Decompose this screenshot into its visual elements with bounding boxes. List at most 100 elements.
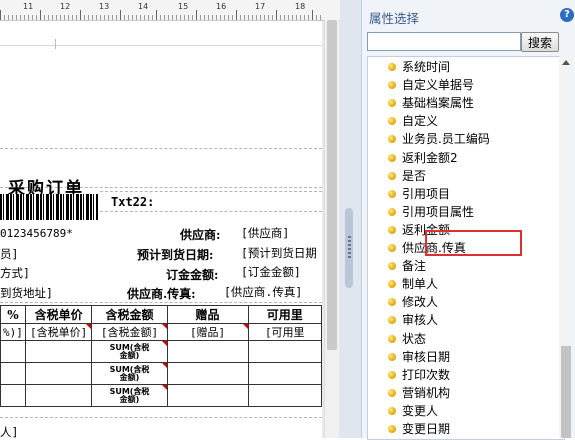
bullet-icon bbox=[388, 244, 396, 252]
band-separator bbox=[0, 417, 322, 418]
ruler-tick bbox=[152, 15, 153, 20]
property-item[interactable]: 自定义 bbox=[388, 112, 438, 130]
property-item-label: 返利金额2 bbox=[402, 150, 458, 165]
table-cell[interactable] bbox=[247, 362, 323, 385]
ruler-tick bbox=[160, 15, 161, 20]
table-cell[interactable] bbox=[24, 384, 93, 407]
supplier-fax-field[interactable]: [供应商.传真] bbox=[224, 284, 302, 300]
property-item-label: 备注 bbox=[402, 259, 427, 274]
bullet-icon bbox=[388, 298, 396, 307]
ruler-tick bbox=[28, 15, 29, 20]
property-item[interactable]: 备注 bbox=[388, 257, 426, 275]
table-cell[interactable] bbox=[166, 340, 249, 363]
table-cell[interactable] bbox=[166, 384, 249, 407]
expected-date-label[interactable]: 预计到货日期: bbox=[137, 246, 213, 263]
barcode-text[interactable]: 0123456789* bbox=[0, 227, 73, 240]
ruler-tick bbox=[68, 15, 69, 20]
supplier-field[interactable]: [供应商] bbox=[241, 225, 289, 241]
ruler-tick bbox=[256, 15, 257, 20]
table-cell[interactable]: %)] bbox=[0, 323, 26, 341]
table-cell[interactable] bbox=[247, 384, 323, 407]
supplier-fax-label[interactable]: 供应商.传真: bbox=[127, 285, 196, 302]
table-cell[interactable] bbox=[0, 340, 26, 363]
scrollbar-thumb[interactable] bbox=[561, 346, 571, 438]
table-cell[interactable]: [含税金额] bbox=[91, 323, 168, 341]
table-cell[interactable]: [赠品] bbox=[166, 323, 249, 341]
property-item[interactable]: 变更日期 bbox=[388, 420, 450, 438]
field-fragment[interactable]: 人] bbox=[0, 424, 18, 438]
ruler-tick bbox=[304, 15, 305, 20]
column-header[interactable]: 赠品 bbox=[166, 305, 249, 324]
column-header[interactable]: 含税单价 bbox=[24, 305, 93, 324]
order-amount-field[interactable]: [订金金额] bbox=[241, 264, 301, 280]
ruler-tick bbox=[0, 10, 1, 20]
panel-splitter[interactable] bbox=[340, 0, 361, 438]
search-button[interactable]: 搜索 bbox=[521, 32, 559, 52]
txt22-label[interactable]: Txt22: bbox=[111, 195, 154, 209]
detail-table[interactable]: % 含税单价 含税金额 赠品 可用里 %)] [含税单价] [含税金额] [赠品… bbox=[0, 305, 323, 407]
table-cell[interactable] bbox=[0, 384, 26, 407]
table-cell[interactable] bbox=[247, 340, 323, 363]
ruler-tick bbox=[252, 15, 253, 20]
property-item[interactable]: 基础档案属性 bbox=[388, 94, 474, 112]
property-item[interactable]: 引用项目 bbox=[388, 185, 450, 203]
ruler-tick bbox=[300, 15, 301, 20]
table-cell[interactable] bbox=[0, 362, 26, 385]
property-item[interactable]: 自定义单据号 bbox=[388, 76, 474, 94]
ruler-tick bbox=[48, 15, 49, 20]
help-icon[interactable]: ? bbox=[560, 8, 574, 22]
property-item[interactable]: 审核人 bbox=[388, 311, 438, 329]
order-amount-label[interactable]: 订金金额: bbox=[166, 266, 218, 283]
property-item-label: 引用项目 bbox=[402, 186, 451, 201]
property-item[interactable]: 制单人 bbox=[388, 275, 438, 293]
bullet-icon bbox=[388, 135, 396, 144]
property-item[interactable]: 营销机构 bbox=[388, 384, 450, 402]
property-item[interactable]: 系统时间 bbox=[388, 58, 450, 76]
ruler-tick bbox=[236, 10, 237, 20]
column-header[interactable]: 可用里 bbox=[247, 305, 323, 324]
column-header[interactable]: % bbox=[0, 305, 26, 324]
report-canvas[interactable]: 采购订单 Txt22: 0123456789* 供应商: [供应商] 员] 预计… bbox=[0, 21, 323, 438]
property-item[interactable]: 变更人 bbox=[388, 402, 438, 420]
property-item[interactable]: 是否 bbox=[388, 167, 426, 185]
property-item[interactable]: 业务员.员工编码 bbox=[388, 130, 490, 148]
property-item[interactable]: 引用项目属性 bbox=[388, 203, 474, 221]
barcode-image[interactable] bbox=[0, 194, 98, 220]
highlight-box bbox=[425, 230, 522, 256]
table-cell[interactable]: [含税单价] bbox=[24, 323, 93, 341]
designer-scrollbar[interactable] bbox=[324, 20, 339, 438]
field-fragment[interactable]: 员] bbox=[0, 246, 18, 262]
property-item[interactable]: 审核日期 bbox=[388, 348, 450, 366]
report-designer[interactable]: 11 12 13 14 15 16 17 18 采购订单 Txt22: 0123… bbox=[0, 0, 340, 438]
table-cell[interactable] bbox=[24, 362, 93, 385]
expected-date-field[interactable]: [预计到货日期 bbox=[241, 245, 317, 261]
sum-cell[interactable]: SUM(含税 金额) bbox=[91, 362, 168, 385]
ruler-tick bbox=[320, 15, 321, 20]
property-item[interactable]: 修改人 bbox=[388, 293, 438, 311]
property-item[interactable]: 返利金额2 bbox=[388, 149, 458, 167]
supplier-label[interactable]: 供应商: bbox=[180, 226, 220, 243]
property-item[interactable]: 状态 bbox=[388, 330, 426, 348]
column-header[interactable]: 含税金额 bbox=[91, 305, 168, 324]
property-item-label: 状态 bbox=[402, 331, 427, 346]
table-cell[interactable] bbox=[166, 362, 249, 385]
sum-cell[interactable]: SUM(含税 金额) bbox=[91, 340, 168, 363]
scroll-up-icon[interactable] bbox=[562, 60, 570, 65]
ruler-label: 12 bbox=[60, 2, 71, 11]
ruler-tick bbox=[16, 15, 17, 20]
ruler-tick bbox=[312, 10, 313, 20]
sum-cell[interactable]: SUM(含税 金额) bbox=[91, 384, 168, 407]
ruler-tick bbox=[272, 15, 273, 20]
field-fragment[interactable]: 方式] bbox=[0, 265, 30, 281]
field-fragment[interactable]: 到货地址] bbox=[0, 285, 53, 301]
table-cell[interactable] bbox=[24, 340, 93, 363]
ruler-tick bbox=[116, 15, 117, 20]
ruler-tick bbox=[100, 15, 101, 20]
search-input[interactable] bbox=[367, 32, 521, 51]
table-cell[interactable]: [可用里 bbox=[247, 323, 323, 341]
ruler-tick bbox=[184, 15, 185, 20]
scrollbar-thumb[interactable] bbox=[327, 20, 337, 350]
property-item[interactable]: 打印次数 bbox=[388, 366, 450, 384]
ruler-tick bbox=[136, 15, 137, 20]
property-list-scrollbar[interactable] bbox=[559, 56, 573, 438]
